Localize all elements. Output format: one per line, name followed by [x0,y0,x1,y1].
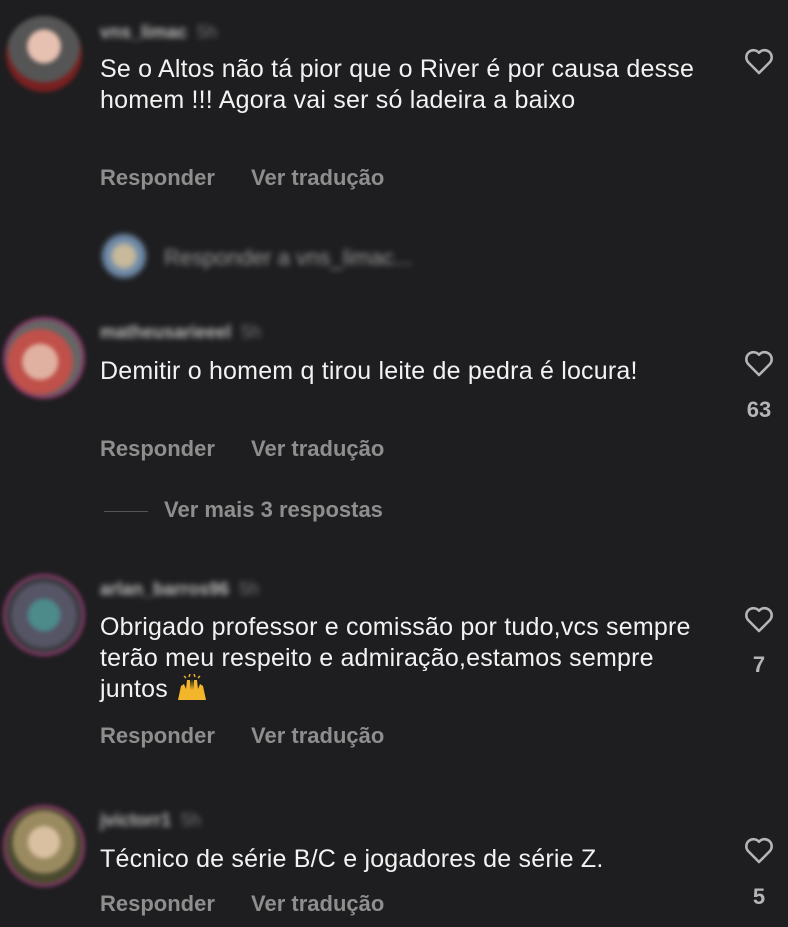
comment-username[interactable]: matheusarieeel 5h [100,322,261,343]
like-count: 7 [752,652,766,677]
heart-icon[interactable] [742,346,776,380]
comment-actions: Responder Ver tradução [100,165,414,191]
reply-prompt[interactable]: Responder a vns_limac... [164,245,412,271]
translate-button[interactable]: Ver tradução [251,165,384,190]
like-count: 5 [752,884,766,909]
avatar[interactable] [6,577,82,653]
translate-button[interactable]: Ver tradução [251,891,384,916]
comment-text: Demitir o homem q tirou leite de pedra é… [100,357,638,385]
comment-actions: Responder Ver tradução [100,436,414,462]
comment-text: Técnico de série B/C e jogadores de séri… [100,845,604,873]
view-more-replies-label: Ver mais 3 respostas [164,497,383,522]
translate-button[interactable]: Ver tradução [251,723,384,748]
reply-button[interactable]: Responder [100,723,215,748]
avatar[interactable] [6,16,82,92]
divider [104,510,148,512]
raising-hands-emoji [178,674,207,700]
reply-button[interactable]: Responder [100,165,215,190]
translate-button[interactable]: Ver tradução [251,436,384,461]
heart-icon[interactable] [742,44,776,78]
comment-username[interactable]: arlan_barros96 5h [100,579,259,600]
heart-icon[interactable] [742,833,776,867]
comment-username[interactable]: vns_limac 5h [100,22,217,43]
comment-text: Obrigado professor e comissão por tudo,v… [100,612,700,705]
heart-icon[interactable] [742,602,776,636]
avatar [102,234,146,278]
like-count: 63 [746,397,772,422]
avatar[interactable] [6,808,82,884]
comment-username[interactable]: jvictorr1 5h [100,810,201,831]
comment-text: Se o Altos não tá pior que o River é por… [100,55,695,114]
comment-actions: Responder Ver tradução [100,891,414,917]
comment-actions: Responder Ver tradução [100,723,414,749]
avatar[interactable] [6,320,82,396]
reply-button[interactable]: Responder [100,436,215,461]
reply-button[interactable]: Responder [100,891,215,916]
view-more-replies-button[interactable]: Ver mais 3 respostas [104,497,383,523]
